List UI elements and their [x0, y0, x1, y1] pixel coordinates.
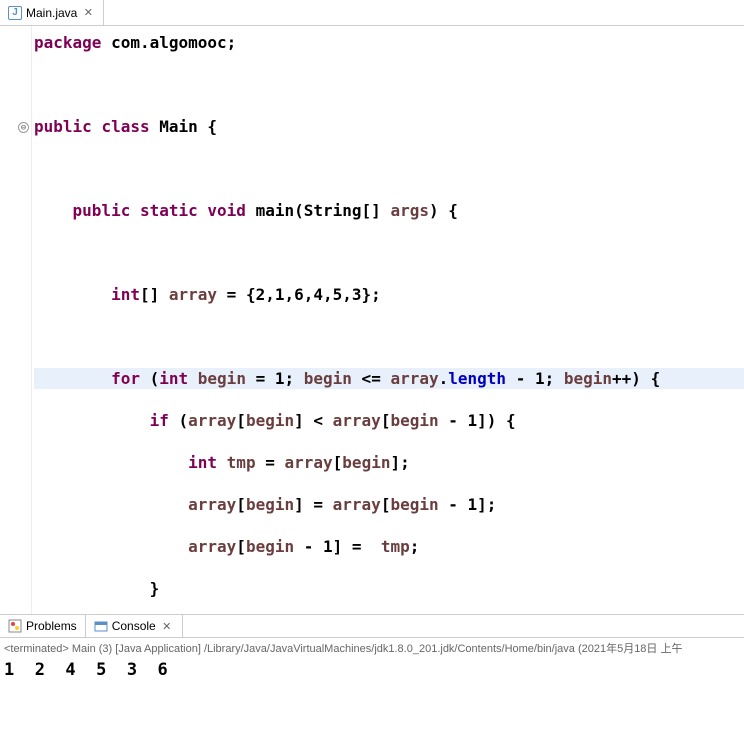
code-line[interactable]: [34, 74, 744, 95]
code-line[interactable]: public class Main {: [34, 116, 744, 137]
tab-console-label: Console: [112, 619, 156, 633]
code-line[interactable]: if (array[begin] < array[begin - 1]) {: [34, 410, 744, 431]
code-line[interactable]: for (int begin = 1; begin <= array.lengt…: [34, 368, 744, 389]
tab-problems[interactable]: Problems: [0, 615, 86, 637]
code-line[interactable]: array[begin - 1] = tmp;: [34, 536, 744, 557]
tab-problems-label: Problems: [26, 619, 77, 633]
console-icon: [94, 619, 108, 633]
tab-console[interactable]: Console ✕: [86, 615, 183, 637]
fold-collapse-icon[interactable]: ⊖: [18, 122, 29, 133]
code-line[interactable]: [34, 242, 744, 263]
editor-area: ⊖ package com.algomooc; public class Mai…: [0, 26, 744, 614]
code-line[interactable]: int tmp = array[begin];: [34, 452, 744, 473]
code-line[interactable]: public static void main(String[] args) {: [34, 200, 744, 221]
tab-label: Main.java: [26, 6, 77, 20]
code-line[interactable]: array[begin] = array[begin - 1];: [34, 494, 744, 515]
code-editor[interactable]: package com.algomooc; public class Main …: [32, 26, 744, 614]
console-header: <terminated> Main (3) [Java Application]…: [0, 638, 744, 658]
gutter: ⊖: [0, 26, 32, 614]
code-line[interactable]: }: [34, 578, 744, 599]
close-icon[interactable]: ✕: [160, 619, 174, 633]
close-icon[interactable]: ✕: [81, 6, 95, 20]
code-line[interactable]: [34, 158, 744, 179]
code-line[interactable]: [34, 326, 744, 347]
code-line[interactable]: package com.algomooc;: [34, 32, 744, 53]
console-panel: <terminated> Main (3) [Java Application]…: [0, 638, 744, 732]
editor-tab-strip: J Main.java ✕: [0, 0, 744, 26]
code-line[interactable]: int[] array = {2,1,6,4,5,3};: [34, 284, 744, 305]
java-file-icon: J: [8, 6, 22, 20]
console-output: 1 2 4 5 3 6: [0, 658, 744, 682]
problems-icon: [8, 619, 22, 633]
bottom-tab-strip: Problems Console ✕: [0, 614, 744, 638]
tab-main-java[interactable]: J Main.java ✕: [0, 0, 104, 25]
